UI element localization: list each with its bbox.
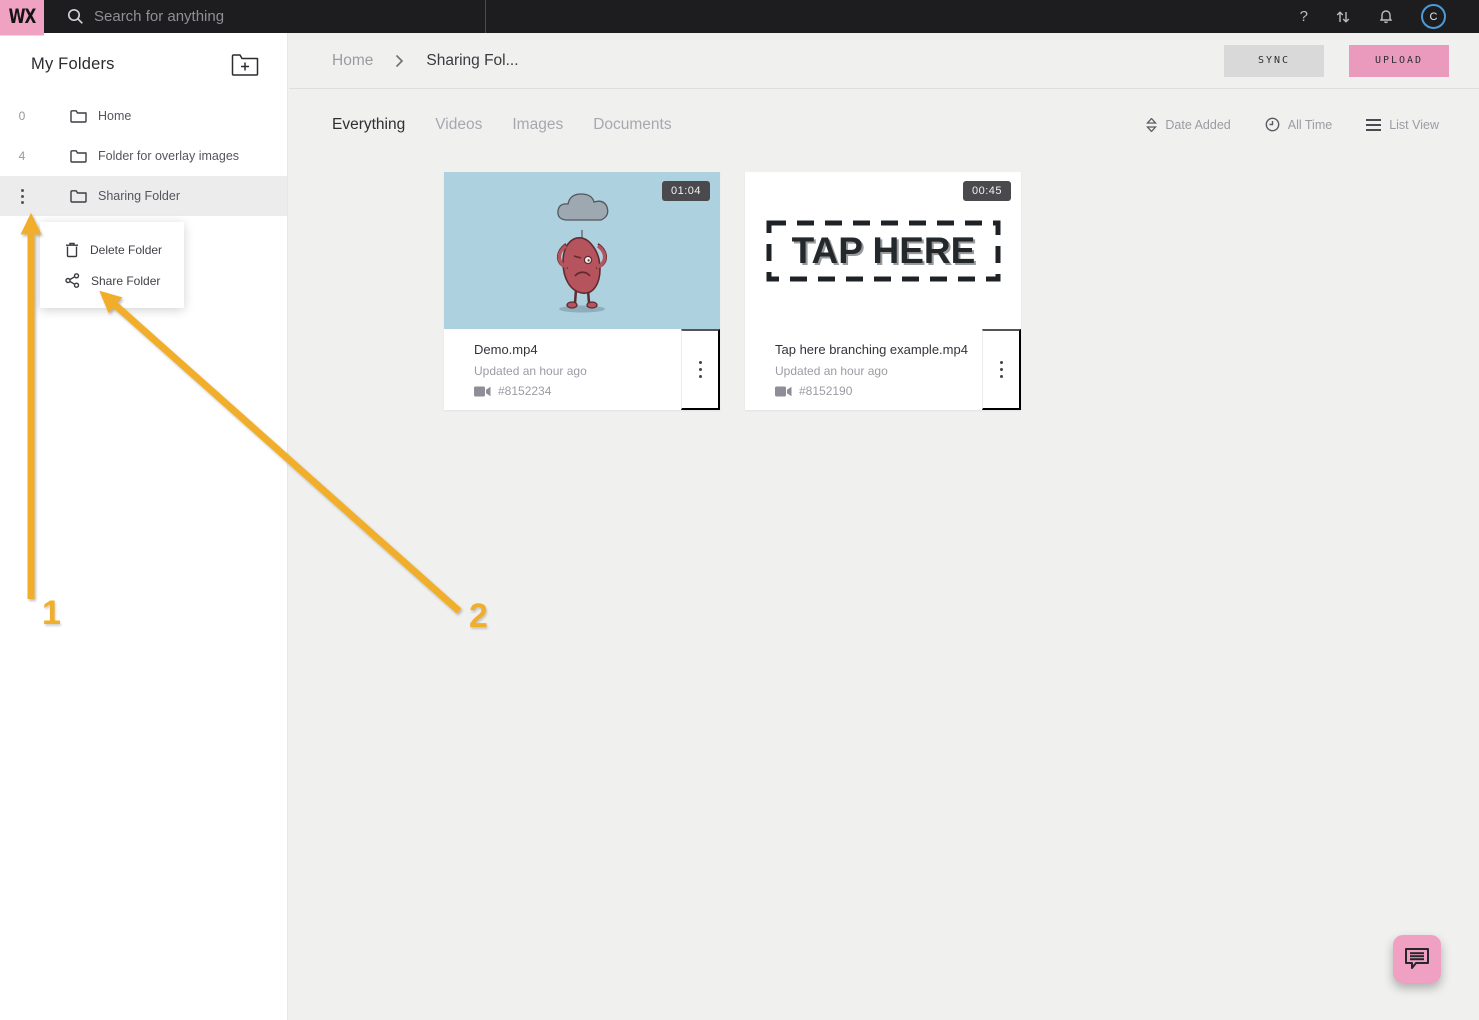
folder-label: Sharing Folder — [98, 189, 180, 203]
topbar-divider — [485, 0, 486, 33]
media-updated: Updated an hour ago — [775, 364, 888, 378]
sidebar-item-overlay-images[interactable]: 4 Folder for overlay images — [0, 136, 287, 176]
media-title[interactable]: Tap here branching example.mp4 — [775, 342, 982, 357]
page-header: Home Sharing Fol... SYNC UPLOAD — [289, 33, 1479, 89]
folder-count: 4 — [18, 149, 26, 163]
help-icon[interactable]: ? — [1300, 8, 1308, 25]
folder-list: 0 Home 4 Folder for overlay images Shari… — [0, 96, 287, 216]
tab-images[interactable]: Images — [512, 116, 563, 134]
chat-support-button[interactable] — [1393, 935, 1441, 983]
time-filter-label: All Time — [1287, 117, 1333, 132]
menu-item-label: Delete Folder — [90, 242, 163, 257]
menu-item-label: Share Folder — [91, 273, 161, 288]
list-view-icon — [1366, 118, 1382, 131]
folders-sidebar: My Folders 0 Home 4 Folder for overlay i… — [0, 33, 288, 1020]
sync-button[interactable]: SYNC — [1224, 44, 1324, 77]
media-card-tap-here: TAP HERE TAP HERE 00:45 Tap here branchi… — [745, 172, 1021, 410]
user-avatar[interactable]: C — [1421, 4, 1446, 29]
menu-item-share-folder[interactable]: Share Folder — [40, 265, 184, 296]
duration-badge: 01:04 — [661, 181, 710, 201]
view-toggle-label: List View — [1389, 117, 1439, 132]
breadcrumb-home[interactable]: Home — [332, 52, 373, 70]
folder-label: Home — [98, 109, 132, 123]
media-id: #8152190 — [799, 384, 853, 398]
media-id: #8152234 — [498, 384, 552, 398]
media-updated: Updated an hour ago — [474, 364, 587, 378]
folder-options-kebab-icon[interactable] — [0, 188, 44, 204]
media-options-kebab-icon[interactable] — [681, 329, 720, 410]
folder-count: 0 — [18, 109, 26, 123]
tab-videos[interactable]: Videos — [435, 116, 482, 134]
global-search — [67, 8, 427, 25]
sidebar-item-sharing-folder[interactable]: Sharing Folder — [0, 176, 287, 216]
sidebar-item-home[interactable]: 0 Home — [0, 96, 287, 136]
upload-button[interactable]: UPLOAD — [1349, 44, 1449, 77]
video-thumbnail[interactable]: 01:04 — [444, 172, 720, 329]
topbar: WX ? C — [0, 0, 1479, 36]
chevron-right-icon — [395, 54, 404, 68]
media-card-demo: 01:04 Demo.mp4 Updated an hour ago #8152… — [444, 172, 720, 410]
tab-documents[interactable]: Documents — [593, 116, 671, 134]
app-logo[interactable]: WX — [0, 0, 44, 36]
content-tabs: Everything Videos Images Documents — [332, 116, 1146, 134]
trash-icon — [65, 242, 79, 258]
add-folder-button[interactable] — [231, 53, 259, 77]
search-icon — [67, 8, 84, 25]
tab-everything[interactable]: Everything — [332, 116, 405, 134]
video-camera-icon — [474, 386, 491, 397]
folder-context-menu: Delete Folder Share Folder — [40, 222, 184, 308]
time-filter-control[interactable]: All Time — [1265, 117, 1332, 132]
filter-bar: Everything Videos Images Documents Date … — [289, 89, 1479, 160]
menu-item-delete-folder[interactable]: Delete Folder — [40, 234, 184, 265]
folder-icon — [70, 149, 87, 163]
video-camera-icon — [775, 386, 792, 397]
sort-by-label: Date Added — [1165, 117, 1231, 132]
folder-icon — [70, 189, 87, 203]
sort-by-control[interactable]: Date Added — [1146, 117, 1231, 132]
share-icon — [65, 273, 80, 288]
transfer-sort-icon[interactable] — [1335, 9, 1351, 25]
media-title[interactable]: Demo.mp4 — [474, 342, 681, 357]
media-grid: 01:04 Demo.mp4 Updated an hour ago #8152… — [289, 172, 1479, 410]
breadcrumb: Home Sharing Fol... — [332, 52, 1224, 70]
chat-bubble-icon — [1404, 947, 1430, 971]
folder-icon — [70, 109, 87, 123]
sort-arrows-icon — [1146, 117, 1158, 132]
view-toggle-control[interactable]: List View — [1366, 118, 1439, 132]
search-input[interactable] — [94, 8, 414, 25]
video-thumbnail[interactable]: TAP HERE TAP HERE 00:45 — [745, 172, 1021, 329]
svg-text:TAP HERE: TAP HERE — [792, 230, 976, 271]
notifications-bell-icon[interactable] — [1378, 8, 1394, 25]
main-content: Home Sharing Fol... SYNC UPLOAD Everythi… — [289, 33, 1479, 1020]
sidebar-title: My Folders — [31, 55, 115, 73]
clock-icon — [1265, 117, 1280, 132]
media-options-kebab-icon[interactable] — [982, 329, 1021, 410]
duration-badge: 00:45 — [962, 181, 1011, 201]
breadcrumb-current: Sharing Fol... — [426, 51, 519, 69]
folder-label: Folder for overlay images — [98, 149, 240, 163]
